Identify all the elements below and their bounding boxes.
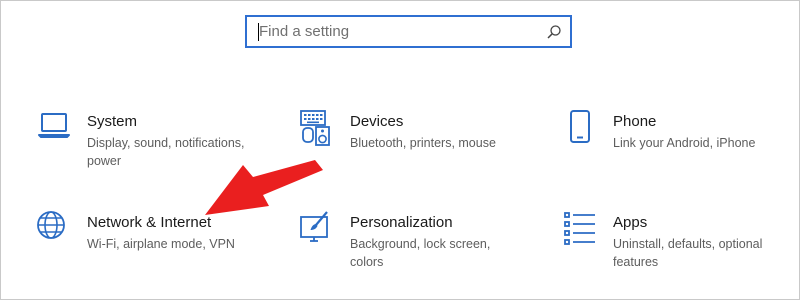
globe-icon [37, 211, 65, 239]
tile-title: Personalization [350, 214, 453, 231]
search-icon[interactable] [546, 24, 562, 40]
tile-description: Background, lock screen, colors [350, 237, 491, 269]
devices-icon [300, 110, 330, 146]
tile-description: Wi-Fi, airplane mode, VPN [87, 237, 235, 251]
tile-phone[interactable]: Phone Link your Android, iPhone [563, 110, 793, 180]
tile-description: Link your Android, iPhone [613, 136, 756, 150]
tile-title: Devices [350, 113, 404, 130]
tile-title: Apps [613, 214, 648, 231]
tile-title: Network & Internet [87, 214, 212, 231]
tile-description: Uninstall, defaults, optional features [613, 237, 763, 269]
red-arrow-icon [205, 160, 323, 215]
search-input[interactable] [259, 17, 539, 46]
tile-description: Bluetooth, printers, mouse [350, 136, 496, 150]
tile-title: Phone [613, 113, 657, 130]
laptop-icon [38, 113, 70, 138]
apps-list-icon [564, 212, 595, 245]
tile-apps[interactable]: Apps Uninstall, defaults, optional featu… [563, 211, 793, 281]
tile-title: System [87, 113, 138, 130]
search-box[interactable] [245, 15, 572, 48]
phone-icon [570, 110, 590, 143]
